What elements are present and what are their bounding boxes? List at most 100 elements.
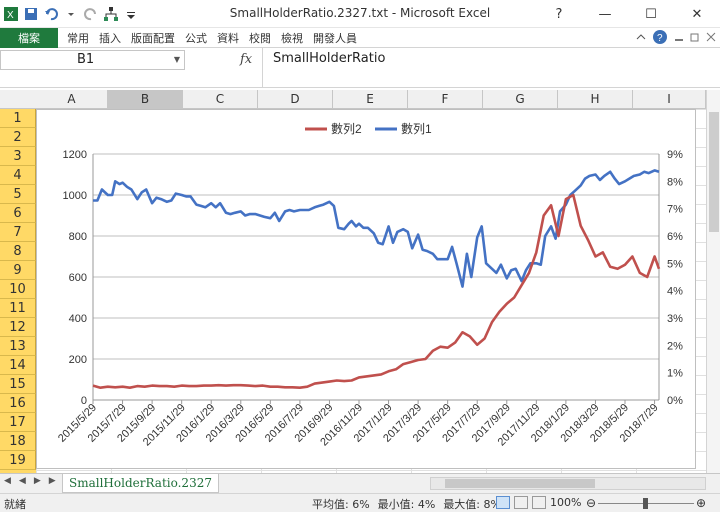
column-header-g[interactable]: G — [483, 90, 558, 109]
workbook-minimize-icon[interactable] — [674, 32, 684, 45]
tab-review[interactable]: 校閱 — [244, 30, 276, 46]
y-left-tick-label: 1000 — [63, 190, 87, 202]
normal-view-icon[interactable] — [496, 496, 510, 509]
status-ready: 就緒 — [4, 498, 26, 511]
row-header-4[interactable]: 4 — [0, 166, 36, 185]
row-headers: 1 2 3 4 5 6 7 8 9 10 11 12 13 14 15 16 17 18 19 — [0, 109, 36, 473]
row-header-8[interactable]: 8 — [0, 242, 36, 261]
horizontal-scroll-thumb[interactable] — [445, 479, 595, 488]
y-left-tick-label: 600 — [69, 272, 87, 284]
zoom-in-icon[interactable]: ⊕ — [696, 496, 706, 510]
tab-page-layout[interactable]: 版面配置 — [126, 30, 180, 46]
workbook-restore-icon[interactable] — [690, 32, 700, 45]
status-average: 平均值: 6% — [312, 498, 370, 511]
tab-view[interactable]: 檢視 — [276, 30, 308, 46]
next-sheet-icon[interactable]: ▶ — [34, 476, 41, 486]
column-header-e[interactable]: E — [333, 90, 408, 109]
line-chart[interactable]: 0 200 400 600 800 1000 1200 0% 1% 2% 3% 4% 5% 6% 7% 8% 9… — [36, 109, 696, 469]
tab-home[interactable]: 常用 — [62, 30, 94, 46]
row-header-1[interactable]: 1 — [0, 109, 36, 128]
row-header-15[interactable]: 15 — [0, 375, 36, 394]
sheet-tab-bar: ◀ ◀ ▶ ▶ SmallHolderRatio.2327 — [0, 473, 720, 493]
help-question-icon[interactable]: ? — [536, 0, 582, 28]
tab-insert[interactable]: 插入 — [94, 30, 126, 46]
window-controls: ? — ☐ ✕ — [536, 0, 720, 28]
status-bar: 就緒 平均值: 6% 最小值: 4% 最大值: 8% 100% ⊖ ⊕ — [0, 493, 720, 512]
view-buttons — [496, 496, 546, 509]
y-right-tick-label: 0% — [667, 395, 683, 407]
zoom-level[interactable]: 100% — [550, 496, 581, 509]
sheet-tab[interactable]: SmallHolderRatio.2327 — [62, 474, 219, 493]
vertical-scroll-thumb[interactable] — [709, 112, 719, 232]
last-sheet-icon[interactable]: ▶ — [49, 476, 56, 486]
zoom-knob[interactable] — [643, 498, 648, 509]
row-header-13[interactable]: 13 — [0, 337, 36, 356]
name-box[interactable]: B1 ▼ — [0, 50, 185, 70]
ribbon-right-controls: ? — [636, 29, 716, 47]
sheet-tab-label: SmallHolderRatio.2327 — [69, 476, 212, 490]
y-right-tick-label: 2% — [667, 340, 683, 352]
insert-function-icon[interactable]: fx — [240, 52, 252, 67]
column-header-f[interactable]: F — [408, 90, 483, 109]
row-header-5[interactable]: 5 — [0, 185, 36, 204]
formula-input[interactable]: SmallHolderRatio — [262, 48, 702, 88]
workbook-close-icon[interactable] — [706, 32, 716, 45]
status-max: 最大值: 8% — [443, 498, 501, 511]
y-right-tick-label: 3% — [667, 313, 683, 325]
prev-sheet-icon[interactable]: ◀ — [19, 476, 26, 486]
y-left-tick-label: 400 — [69, 313, 87, 325]
tab-data[interactable]: 資料 — [212, 30, 244, 46]
row-header-3[interactable]: 3 — [0, 147, 36, 166]
maximize-button[interactable]: ☐ — [628, 0, 674, 28]
tab-developer[interactable]: 開發人員 — [308, 30, 362, 46]
row-header-7[interactable]: 7 — [0, 223, 36, 242]
chart-canvas: 0200400600800100012000%1%2%3%4%5%6%7%8%9… — [56, 122, 683, 448]
y-right-tick-label: 4% — [667, 286, 683, 298]
y-right-tick-label: 7% — [667, 204, 683, 216]
tab-formulas[interactable]: 公式 — [180, 30, 212, 46]
column-header-i[interactable]: I — [633, 90, 706, 109]
chevron-down-icon[interactable]: ▼ — [174, 51, 180, 69]
column-header-h[interactable]: H — [558, 90, 633, 109]
y-left-tick-label: 800 — [69, 231, 87, 243]
column-header-c[interactable]: C — [183, 90, 258, 109]
minimize-button[interactable]: — — [582, 0, 628, 28]
tab-file[interactable]: 檔案 — [0, 28, 58, 48]
row-header-9[interactable]: 9 — [0, 261, 36, 280]
horizontal-scrollbar[interactable] — [430, 477, 706, 490]
ribbon-tab-list: 常用 插入 版面配置 公式 資料 校閱 檢視 開發人員 — [62, 28, 362, 48]
ribbon-tabs: 檔案 常用 插入 版面配置 公式 資料 校閱 檢視 開發人員 ? — [0, 28, 720, 48]
row-header-10[interactable]: 10 — [0, 280, 36, 299]
y-right-tick-label: 8% — [667, 176, 683, 188]
zoom-out-icon[interactable]: ⊖ — [586, 496, 596, 510]
svg-text:?: ? — [657, 33, 663, 44]
help-icon[interactable]: ? — [652, 29, 668, 48]
ribbon-collapse-icon[interactable] — [636, 32, 646, 45]
row-header-2[interactable]: 2 — [0, 128, 36, 147]
column-header-d[interactable]: D — [258, 90, 333, 109]
row-header-16[interactable]: 16 — [0, 394, 36, 413]
row-header-18[interactable]: 18 — [0, 432, 36, 451]
sheet-navigation: ◀ ◀ ▶ ▶ — [4, 476, 56, 486]
y-right-tick-label: 5% — [667, 258, 683, 270]
formula-bar: B1 ▼ fx SmallHolderRatio — [0, 48, 720, 88]
row-header-17[interactable]: 17 — [0, 413, 36, 432]
row-header-14[interactable]: 14 — [0, 356, 36, 375]
page-break-view-icon[interactable] — [532, 496, 546, 509]
name-box-value: B1 — [77, 52, 95, 67]
column-header-b[interactable]: B — [108, 90, 183, 109]
row-header-19[interactable]: 19 — [0, 451, 36, 470]
status-stats: 平均值: 6% 最小值: 4% 最大值: 8% — [312, 496, 501, 512]
vertical-scrollbar[interactable] — [706, 90, 720, 473]
column-headers: A B C D E F G H I — [0, 90, 706, 109]
y-left-tick-label: 200 — [69, 354, 87, 366]
title-bar: X SmallHolderRatio.2327.txt - Microsoft … — [0, 0, 720, 28]
first-sheet-icon[interactable]: ◀ — [4, 476, 11, 486]
page-layout-view-icon[interactable] — [514, 496, 528, 509]
row-header-11[interactable]: 11 — [0, 299, 36, 318]
close-button[interactable]: ✕ — [674, 0, 720, 28]
column-header-a[interactable]: A — [36, 90, 108, 109]
row-header-12[interactable]: 12 — [0, 318, 36, 337]
row-header-6[interactable]: 6 — [0, 204, 36, 223]
zoom-slider[interactable]: ⊖ ⊕ — [586, 496, 706, 510]
